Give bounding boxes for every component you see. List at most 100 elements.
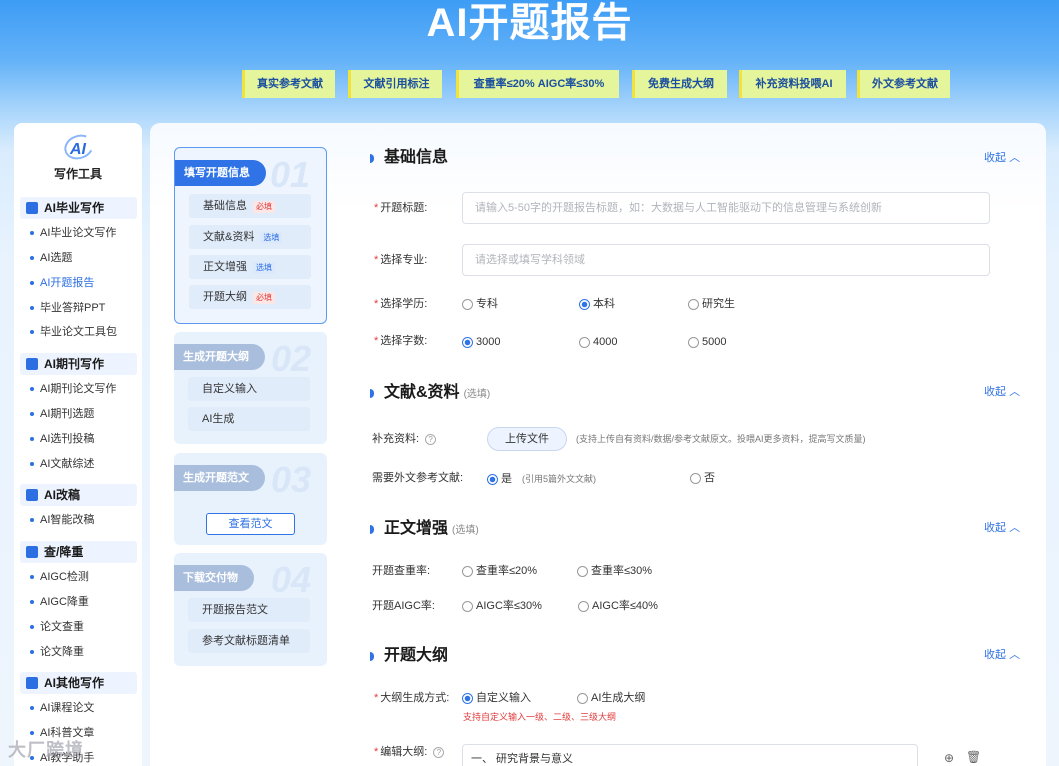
step-label: 生成开题范文 <box>174 465 265 491</box>
section-title-literature: 文献&资料 (选填) <box>370 383 490 405</box>
foreign-ref-no-radio[interactable]: 否 <box>690 471 715 485</box>
chevron-up-icon: ︿ <box>1009 152 1021 164</box>
sidebar-item-active[interactable]: AI开题报告 <box>30 276 94 290</box>
degree-radio-bachelor[interactable]: 本科 <box>579 297 615 311</box>
step-label: 填写开题信息 <box>175 160 266 186</box>
topic-input[interactable]: 请输入5-50字的开题报告标题，如：大数据与人工智能驱动下的信息管理与系统创新 <box>462 192 990 224</box>
dup-rate-30-radio[interactable]: 查重率≤30% <box>577 564 652 578</box>
step-download[interactable]: 04 下载交付物 开题报告范文 参考文献标题清单 <box>174 553 327 666</box>
help-icon[interactable]: ? <box>425 434 437 445</box>
chevron-up-icon: ︿ <box>1009 386 1021 398</box>
check-icon <box>26 546 38 558</box>
degree-radio-graduate[interactable]: 研究生 <box>688 297 735 311</box>
collapse-literature-button[interactable]: 收起 ︿ <box>984 385 1020 399</box>
sub-label: 开题大纲 <box>203 291 247 303</box>
sidebar-group-revise[interactable]: AI改稿 <box>20 484 137 506</box>
supplement-label: 补充资料:? <box>372 432 437 446</box>
step-generate-sample[interactable]: 03 生成开题范文 查看范文 <box>174 453 327 545</box>
sidebar-item[interactable]: 论文查重 <box>30 620 84 634</box>
aigc-rate-40-radio[interactable]: AIGC率≤40% <box>578 599 658 613</box>
main-panel: 01 填写开题信息 基础信息 必填 文献&资料 选填 正文增强 选填 开题大纲 必填 0… <box>150 123 1046 766</box>
ai-logo-icon: AI <box>63 133 93 163</box>
required-star: * <box>374 202 379 214</box>
sidebar-group-check[interactable]: 查/降重 <box>20 541 137 563</box>
optional-badge: 选填 <box>253 262 275 274</box>
sidebar-group-other[interactable]: AI其他写作 <box>20 672 137 694</box>
sub-label: 文献&资料 <box>203 231 255 243</box>
chevron-up-icon: ︿ <box>1009 522 1021 534</box>
feature-tag: 查重率≤20% AIGC率≤30% <box>456 70 619 98</box>
label-text: 开题标题: <box>380 202 428 214</box>
chevron-up-icon: ︿ <box>1009 649 1021 661</box>
group-label: AI期刊写作 <box>44 357 105 371</box>
sidebar-group-graduation[interactable]: AI毕业写作 <box>20 197 137 219</box>
step-number: 02 <box>270 338 311 379</box>
optional-hint: (选填) <box>452 525 479 536</box>
collapse-basic-button[interactable]: 收起 ︿ <box>984 151 1020 165</box>
required-star: * <box>374 298 379 310</box>
step-sub-report[interactable]: 开题报告范文 <box>188 598 310 622</box>
feature-tag: 文献引用标注 <box>348 70 442 98</box>
trash-icon[interactable]: 🗑 <box>966 750 981 764</box>
view-sample-button[interactable]: 查看范文 <box>206 513 295 535</box>
feature-tag: 真实参考文献 <box>242 70 335 98</box>
step-fill-info[interactable]: 01 填写开题信息 基础信息 必填 文献&资料 选填 正文增强 选填 开题大纲 必填 <box>174 147 327 324</box>
step-generate-outline[interactable]: 02 生成开题大纲 自定义输入 AI生成 <box>174 332 327 444</box>
words-radio-5000[interactable]: 5000 <box>688 335 726 349</box>
outline-custom-radio[interactable]: 自定义输入 <box>462 691 531 705</box>
sidebar-item[interactable]: AI选刊投稿 <box>30 432 94 446</box>
outline-method-label: * 大纲生成方式: <box>374 691 449 705</box>
outline-item-input[interactable]: 一、 研究背景与意义 <box>462 744 918 766</box>
foreign-ref-yes-radio[interactable]: 是 <box>487 472 512 486</box>
sidebar-item[interactable]: AI文献综述 <box>30 457 94 471</box>
label-text: 选择专业: <box>380 254 428 266</box>
sidebar-item[interactable]: AI毕业论文写作 <box>30 226 116 240</box>
step-sub-literature[interactable]: 文献&资料 选填 <box>189 225 311 249</box>
help-icon[interactable]: ? <box>433 747 445 758</box>
revise-icon <box>26 489 38 501</box>
collapse-label: 收起 <box>984 152 1006 164</box>
required-badge: 必填 <box>253 292 275 304</box>
required-star: * <box>374 335 379 347</box>
degree-radio-junior[interactable]: 专科 <box>462 297 498 311</box>
feature-tag: 补充资料投喂AI <box>739 70 846 98</box>
sidebar-item[interactable]: 毕业答辩PPT <box>30 301 105 315</box>
sidebar-item[interactable]: AI选题 <box>30 251 72 265</box>
collapse-label: 收起 <box>984 649 1006 661</box>
sub-label: 基础信息 <box>203 200 247 212</box>
upload-hint: (支持上传自有资料/数据/参考文献原文。投喂AI更多资料，提高写文质量) <box>576 434 866 444</box>
graduation-cap-icon <box>26 202 38 214</box>
sidebar-item[interactable]: AI智能改稿 <box>30 513 94 527</box>
sidebar-group-journal[interactable]: AI期刊写作 <box>20 353 137 375</box>
sidebar-item[interactable]: AI期刊论文写作 <box>30 382 116 396</box>
upload-file-button[interactable]: 上传文件 <box>487 427 567 451</box>
step-sub-references[interactable]: 参考文献标题清单 <box>188 629 310 653</box>
add-circle-icon[interactable]: ⊕ <box>944 751 954 765</box>
sidebar-item[interactable]: AIGC降重 <box>30 595 89 609</box>
sidebar-item[interactable]: AI期刊选题 <box>30 407 94 421</box>
collapse-enhance-button[interactable]: 收起 ︿ <box>984 521 1020 535</box>
step-sub-ai[interactable]: AI生成 <box>188 407 310 431</box>
step-sub-basic[interactable]: 基础信息 必填 <box>189 194 311 218</box>
words-radio-4000[interactable]: 4000 <box>579 335 617 349</box>
sidebar-item[interactable]: AI课程论文 <box>30 701 94 715</box>
step-sub-enhance[interactable]: 正文增强 选填 <box>189 255 311 279</box>
words-radio-3000[interactable]: 3000 <box>462 335 500 349</box>
sub-label: 正文增强 <box>203 261 247 273</box>
step-sub-custom[interactable]: 自定义输入 <box>188 377 310 401</box>
group-label: AI改稿 <box>44 488 81 502</box>
sidebar-item[interactable]: 毕业论文工具包 <box>30 325 117 339</box>
outline-ai-radio[interactable]: AI生成大纲 <box>577 691 645 705</box>
aigc-rate-30-radio[interactable]: AIGC率≤30% <box>462 599 542 613</box>
step-sub-outline[interactable]: 开题大纲 必填 <box>189 285 311 309</box>
collapse-outline-button[interactable]: 收起 ︿ <box>984 648 1020 662</box>
sidebar-item[interactable]: 论文降重 <box>30 645 84 659</box>
pen-icon <box>26 677 38 689</box>
dup-rate-20-radio[interactable]: 查重率≤20% <box>462 564 537 578</box>
sidebar-item[interactable]: AIGC检测 <box>30 570 89 584</box>
label-text: 选择学历: <box>380 298 428 310</box>
major-label: * 选择专业: <box>374 253 427 267</box>
major-select[interactable]: 请选择或填写学科领域 <box>462 244 990 276</box>
required-badge: 必填 <box>253 201 275 213</box>
label-text: 编辑大纲: <box>380 746 428 758</box>
